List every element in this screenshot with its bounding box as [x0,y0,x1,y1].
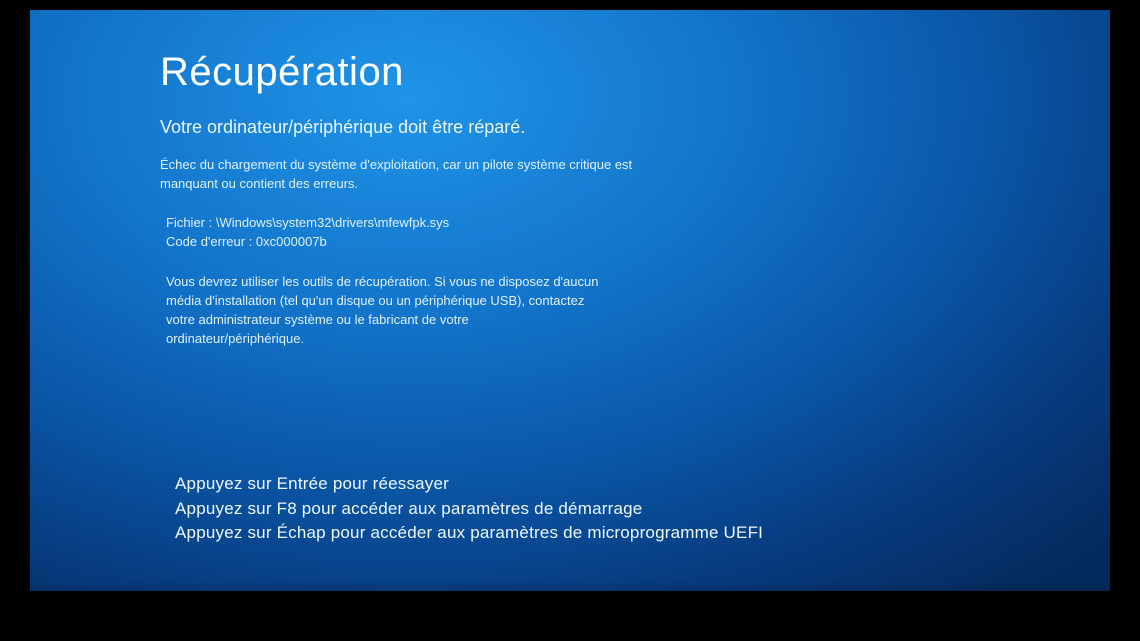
instructions-text: Vous devrez utiliser les outils de récup… [160,273,600,348]
monitor-bezel-shadow [0,581,1140,641]
key-prompt-esc: Appuyez sur Échap pour accéder aux param… [175,521,980,546]
file-line: Fichier : \Windows\system32\drivers\mfew… [166,214,980,233]
error-code-value: 0xc000007b [256,234,327,249]
recovery-screen: Récupération Votre ordinateur/périphériq… [30,10,1110,591]
file-info-block: Fichier : \Windows\system32\drivers\mfew… [160,214,980,252]
key-prompt-f8: Appuyez sur F8 pour accéder aux paramètr… [175,497,980,522]
file-label: Fichier : [166,215,216,230]
page-subtitle: Votre ordinateur/périphérique doit être … [160,117,980,138]
error-description: Échec du chargement du système d'exploit… [160,156,640,194]
error-code-label: Code d'erreur : [166,234,256,249]
page-title: Récupération [160,50,980,95]
error-code-line: Code d'erreur : 0xc000007b [166,233,980,252]
key-prompts-block: Appuyez sur Entrée pour réessayer Appuye… [175,472,980,546]
key-prompt-enter: Appuyez sur Entrée pour réessayer [175,472,980,497]
file-path: \Windows\system32\drivers\mfewfpk.sys [216,215,449,230]
